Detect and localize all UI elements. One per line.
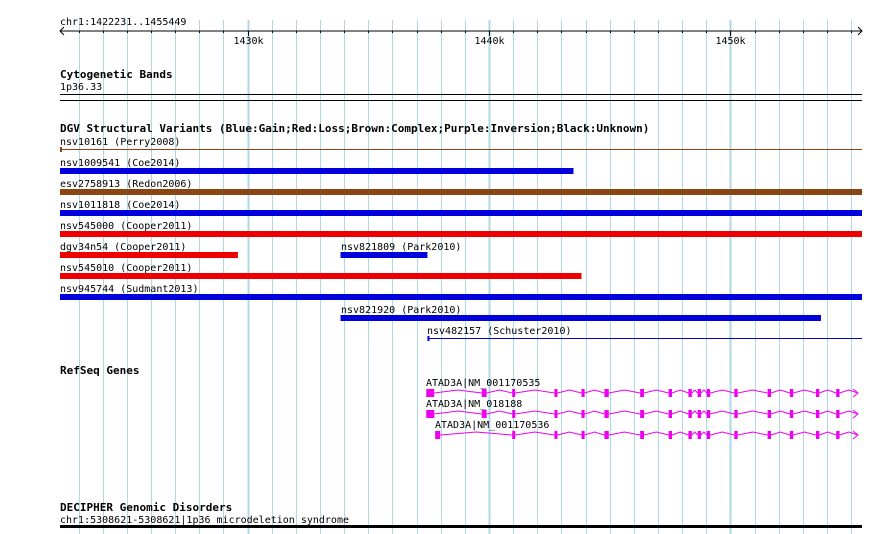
- gene-exon[interactable]: [512, 431, 516, 439]
- gene-exon[interactable]: [668, 410, 673, 418]
- dgv-feature-bar[interactable]: [427, 338, 862, 339]
- gene-exon[interactable]: [734, 410, 738, 418]
- dgv-feature-label: nsv821809 (Park2010): [341, 242, 461, 253]
- decipher-feature-bar[interactable]: [60, 525, 862, 528]
- gene-exon[interactable]: [697, 410, 701, 418]
- gene-exon[interactable]: [426, 410, 435, 418]
- dgv-feature-label: nsv821920 (Park2010): [341, 305, 461, 316]
- gene-exon[interactable]: [767, 410, 772, 418]
- gene-exon[interactable]: [668, 431, 673, 439]
- gene-exon[interactable]: [554, 410, 558, 418]
- dgv-feature-label: nsv1011818 (Coe2014): [60, 200, 180, 211]
- ruler-tick-label: 1450k: [715, 36, 745, 47]
- dgv-feature-bar[interactable]: [60, 168, 574, 174]
- gene-exon[interactable]: [706, 410, 711, 418]
- decipher-feature-label: chr1:5308621-5308621|1p36 microdeletion …: [60, 515, 349, 526]
- location-label: chr1:1422231..1455449: [60, 17, 186, 28]
- dgv-feature-bar[interactable]: [340, 252, 428, 258]
- gene-exon[interactable]: [789, 431, 794, 439]
- dgv-feature-label: nsv545010 (Cooper2011): [60, 263, 192, 274]
- strand-arrow-icon: [852, 409, 859, 419]
- gene-exon[interactable]: [815, 431, 820, 439]
- strand-arrow-icon: [852, 430, 859, 440]
- genome-browser-view: chr1:1422231..1455449 1430k 1440k 1450k Cy…: [59, 17, 863, 534]
- gene-exon[interactable]: [688, 410, 692, 418]
- gene-exon[interactable]: [836, 410, 840, 418]
- dgv-feature-bar[interactable]: [60, 210, 862, 216]
- gene-exon[interactable]: [815, 410, 820, 418]
- gene-label: ATAD3A|NM_001170535: [426, 378, 540, 389]
- gene-exon[interactable]: [734, 431, 738, 439]
- dgv-feature-label: nsv545000 (Cooper2011): [60, 221, 192, 232]
- gene-exon[interactable]: [640, 431, 645, 439]
- dgv-feature-bar[interactable]: [60, 294, 862, 300]
- dgv-feature-bar[interactable]: [60, 231, 862, 237]
- gene-exon[interactable]: [581, 410, 585, 418]
- dgv-feature-bar[interactable]: [340, 315, 821, 321]
- gene-intron-line: [434, 389, 859, 394]
- ruler-tick-label: 1430k: [233, 36, 263, 47]
- gene-exon[interactable]: [640, 410, 645, 418]
- gene-exon[interactable]: [435, 431, 441, 439]
- gene-exon[interactable]: [554, 431, 558, 439]
- dgv-features: nsv10161 (Perry2008) nsv1009541 (Coe2014)…: [60, 137, 862, 341]
- gene-exon[interactable]: [668, 389, 673, 397]
- gene-exon[interactable]: [836, 389, 840, 397]
- track-decipher[interactable]: DECIPHER Genomic Disorders chr1:5308621-…: [60, 501, 862, 528]
- track-refseq[interactable]: RefSeq Genes ATAD3A|NM_001170535ATAD3A|N…: [60, 364, 859, 440]
- gene-exon[interactable]: [554, 389, 558, 397]
- strand-arrow-icon: [852, 388, 859, 398]
- gene-exon[interactable]: [604, 410, 609, 418]
- cytoband-label: 1p36.33: [60, 82, 102, 93]
- dgv-feature-label: esv2758913 (Redon2006): [60, 179, 192, 190]
- gene-exon[interactable]: [789, 389, 794, 397]
- track-dgv[interactable]: DGV Structural Variants (Blue:Gain;Red:L…: [60, 122, 862, 341]
- gene-exon[interactable]: [697, 389, 701, 397]
- gene-label: ATAD3A|NM_001170536: [435, 420, 549, 431]
- gene-exon[interactable]: [688, 431, 692, 439]
- dgv-feature-bar[interactable]: [60, 189, 862, 195]
- gene-exon[interactable]: [604, 431, 609, 439]
- track-title-dgv: DGV Structural Variants (Blue:Gain;Red:L…: [60, 122, 649, 135]
- dgv-feature-start-mark: [427, 336, 430, 341]
- gene-exon[interactable]: [581, 389, 585, 397]
- ruler: chr1:1422231..1455449 1430k 1440k 1450k: [59, 17, 863, 47]
- gene-exon[interactable]: [688, 389, 692, 397]
- gene-exon[interactable]: [581, 431, 585, 439]
- gene-exon[interactable]: [426, 389, 435, 397]
- gene-exon[interactable]: [481, 389, 487, 397]
- gene-exon[interactable]: [706, 431, 711, 439]
- track-title-decipher: DECIPHER Genomic Disorders: [60, 501, 232, 514]
- track-title-cytoband: Cytogenetic Bands: [60, 68, 173, 81]
- gene-exon[interactable]: [512, 410, 516, 418]
- dgv-feature-label: nsv10161 (Perry2008): [60, 137, 180, 148]
- dgv-feature-bar[interactable]: [60, 149, 862, 150]
- dgv-feature-label: nsv482157 (Schuster2010): [427, 326, 572, 337]
- gene-exon[interactable]: [481, 410, 487, 418]
- gene-label: ATAD3A|NM_018188: [426, 399, 522, 410]
- gene-exon[interactable]: [767, 431, 772, 439]
- dgv-feature-bar[interactable]: [60, 273, 582, 279]
- ruler-tick-label: 1440k: [474, 36, 504, 47]
- gene-intron-line: [440, 431, 859, 436]
- gene-exon[interactable]: [815, 389, 820, 397]
- gene-exon[interactable]: [706, 389, 711, 397]
- gene-exon[interactable]: [512, 389, 516, 397]
- gene-exon[interactable]: [697, 431, 701, 439]
- refseq-genes: ATAD3A|NM_001170535 ATAD3A|NM_018188 ATAD3…: [426, 378, 859, 440]
- dgv-feature-bar[interactable]: [60, 252, 238, 258]
- gene-exon[interactable]: [789, 410, 794, 418]
- gene-intron-line: [434, 410, 859, 415]
- dgv-feature-label: nsv945744 (Sudmant2013): [60, 284, 198, 295]
- gene-exon[interactable]: [734, 389, 738, 397]
- dgv-feature-label: nsv1009541 (Coe2014): [60, 158, 180, 169]
- gene-exon[interactable]: [640, 389, 645, 397]
- track-cytoband[interactable]: Cytogenetic Bands 1p36.33: [60, 68, 862, 101]
- gene-exon[interactable]: [767, 389, 772, 397]
- dgv-feature-start-mark: [60, 147, 62, 152]
- gene-exon[interactable]: [836, 431, 840, 439]
- gene-exon[interactable]: [604, 389, 609, 397]
- track-title-refseq: RefSeq Genes: [60, 364, 139, 377]
- dgv-feature-label: dgv34n54 (Cooper2011): [60, 242, 186, 253]
